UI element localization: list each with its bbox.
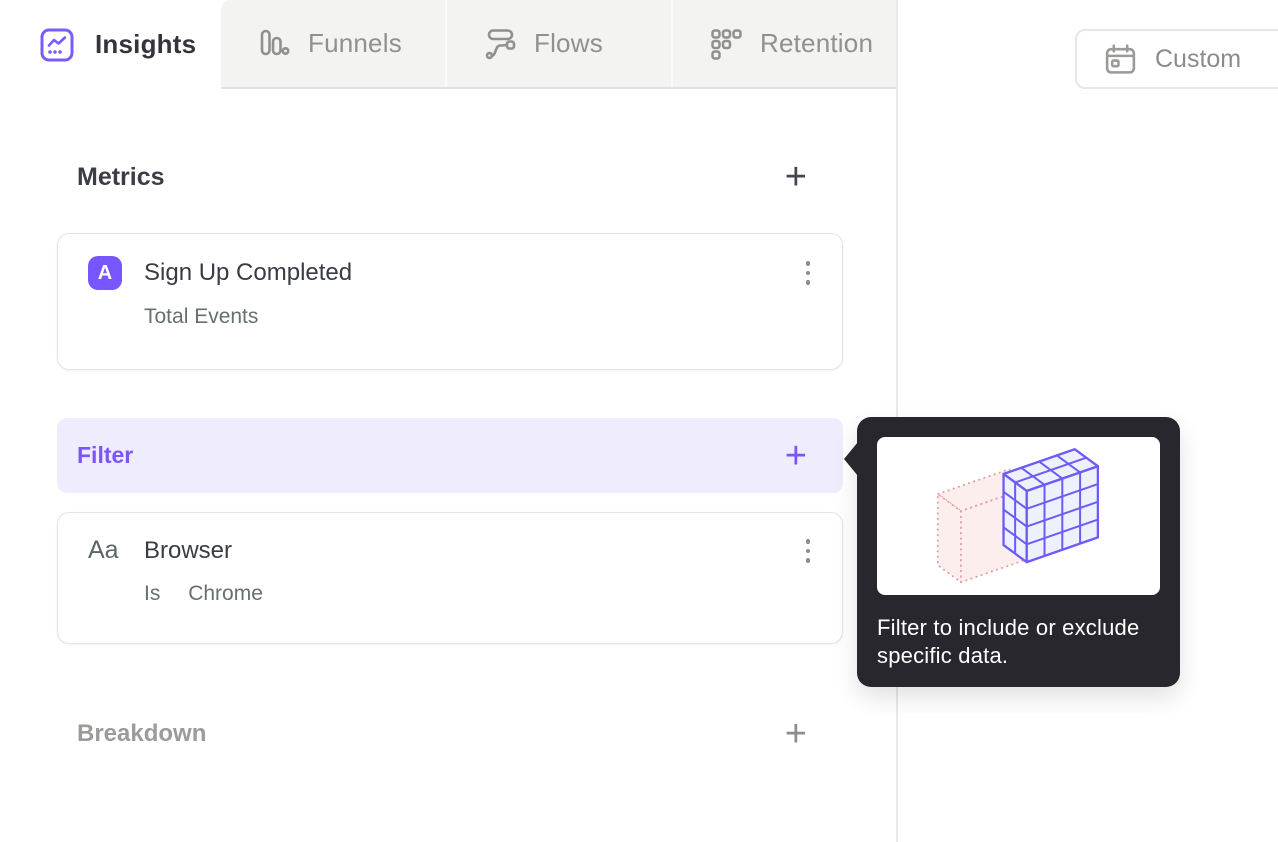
cohort-dot-grid-icon xyxy=(711,28,742,60)
filter-operator[interactable]: Is xyxy=(144,582,160,605)
metrics-section-header: Metrics + xyxy=(57,152,843,202)
metric-card-header: A Sign Up Completed xyxy=(58,234,842,290)
add-metric-button[interactable]: + xyxy=(785,158,807,196)
flow-wave-icon xyxy=(485,28,516,59)
custom-date-range-label: Custom xyxy=(1155,44,1242,73)
line-chart-icon xyxy=(40,28,74,61)
tab-insights[interactable]: Insights xyxy=(0,0,221,89)
filter-tooltip: Filter to include or exclude specific da… xyxy=(844,417,1180,687)
filter-card-header: Aa Browser xyxy=(58,513,842,567)
add-filter-button[interactable]: + xyxy=(785,437,807,475)
inactive-tabs-group: Funnels Flows Retention xyxy=(221,0,897,89)
filter-cube-illustration xyxy=(935,447,1099,584)
filter-card[interactable]: Aa Browser Is Chrome xyxy=(57,512,843,644)
filter-condition[interactable]: Is Chrome xyxy=(58,567,842,606)
funnel-bars-icon xyxy=(260,29,290,55)
tab-insights-label: Insights xyxy=(95,29,197,59)
tab-funnels-label: Funnels xyxy=(308,28,402,58)
tooltip-text: Filter to include or exclude specific da… xyxy=(877,615,1140,668)
metric-aggregation-label[interactable]: Total Events xyxy=(58,290,842,329)
metric-event-name: Sign Up Completed xyxy=(144,259,353,286)
custom-date-range-button[interactable]: Custom xyxy=(1075,29,1278,89)
metrics-title: Metrics xyxy=(77,162,165,191)
metric-series-badge: A xyxy=(88,256,122,290)
report-type-tabbar: Insights Funnels Flows Retention xyxy=(0,0,897,89)
kebab-menu-icon[interactable] xyxy=(802,257,815,289)
breakdown-title: Breakdown xyxy=(77,720,207,747)
breakdown-section-header: Breakdown + xyxy=(57,700,843,768)
tooltip-illustration-frame xyxy=(877,437,1160,595)
tab-retention-label: Retention xyxy=(760,28,874,58)
filter-title: Filter xyxy=(77,442,134,468)
string-property-icon: Aa xyxy=(88,536,119,565)
insights-report-screen: Insights Funnels Flows Retention Custom … xyxy=(0,0,1278,842)
tab-flows-label: Flows xyxy=(534,28,603,58)
metric-card[interactable]: A Sign Up Completed Total Events xyxy=(57,233,843,370)
tab-flows[interactable]: Flows xyxy=(445,0,671,87)
tooltip-arrow xyxy=(844,442,858,476)
add-breakdown-button[interactable]: + xyxy=(785,715,807,753)
tab-retention[interactable]: Retention xyxy=(671,0,897,87)
filter-section-header[interactable]: Filter + xyxy=(57,418,843,493)
filter-property-name: Browser xyxy=(144,536,233,564)
filter-value[interactable]: Chrome xyxy=(188,582,263,605)
tab-funnels[interactable]: Funnels xyxy=(221,0,445,87)
calendar-icon xyxy=(1105,43,1136,74)
kebab-menu-icon[interactable] xyxy=(802,535,815,567)
